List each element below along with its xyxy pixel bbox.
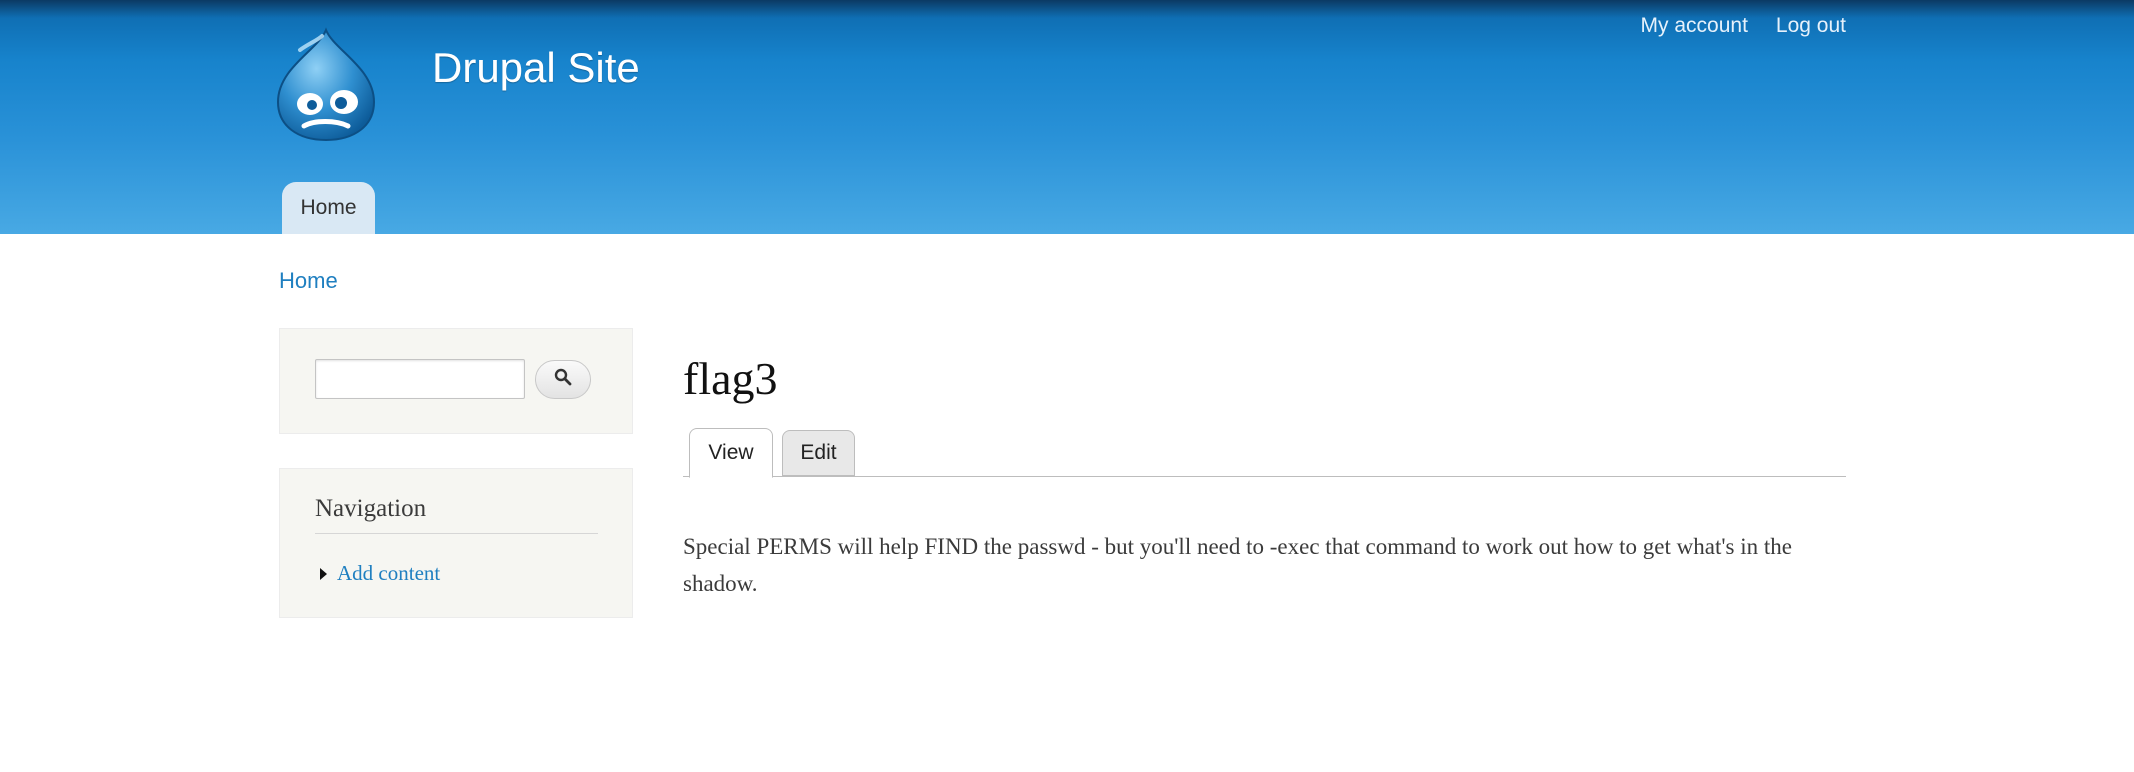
site-header: Drupal Site My account Log out Home [0,0,2134,234]
navigation-block: Navigation Add content [279,468,633,618]
tabs-divider [683,476,1846,477]
navigation-divider [315,533,598,534]
main-menu-home-tab[interactable]: Home [282,182,375,234]
tab-view[interactable]: View [689,428,773,478]
page-title: flag3 [683,353,778,404]
search-input[interactable] [315,359,525,399]
node-body-text: Special PERMS will help FIND the passwd … [683,534,1792,596]
tab-edit[interactable]: Edit [782,430,855,476]
breadcrumb-home-link[interactable]: Home [279,268,338,294]
search-button[interactable] [535,360,591,399]
navigation-title: Navigation [315,495,427,522]
drupal-logo-icon[interactable] [274,26,378,142]
secondary-menu: My account Log out [1641,14,1846,38]
my-account-link[interactable]: My account [1641,14,1748,38]
log-out-link[interactable]: Log out [1776,14,1846,38]
nav-item-add-content[interactable]: Add content [320,561,440,586]
search-icon [554,368,572,391]
search-block [279,328,633,434]
add-content-link[interactable]: Add content [337,561,440,586]
site-name[interactable]: Drupal Site [432,44,640,92]
triangle-right-icon [320,567,327,580]
